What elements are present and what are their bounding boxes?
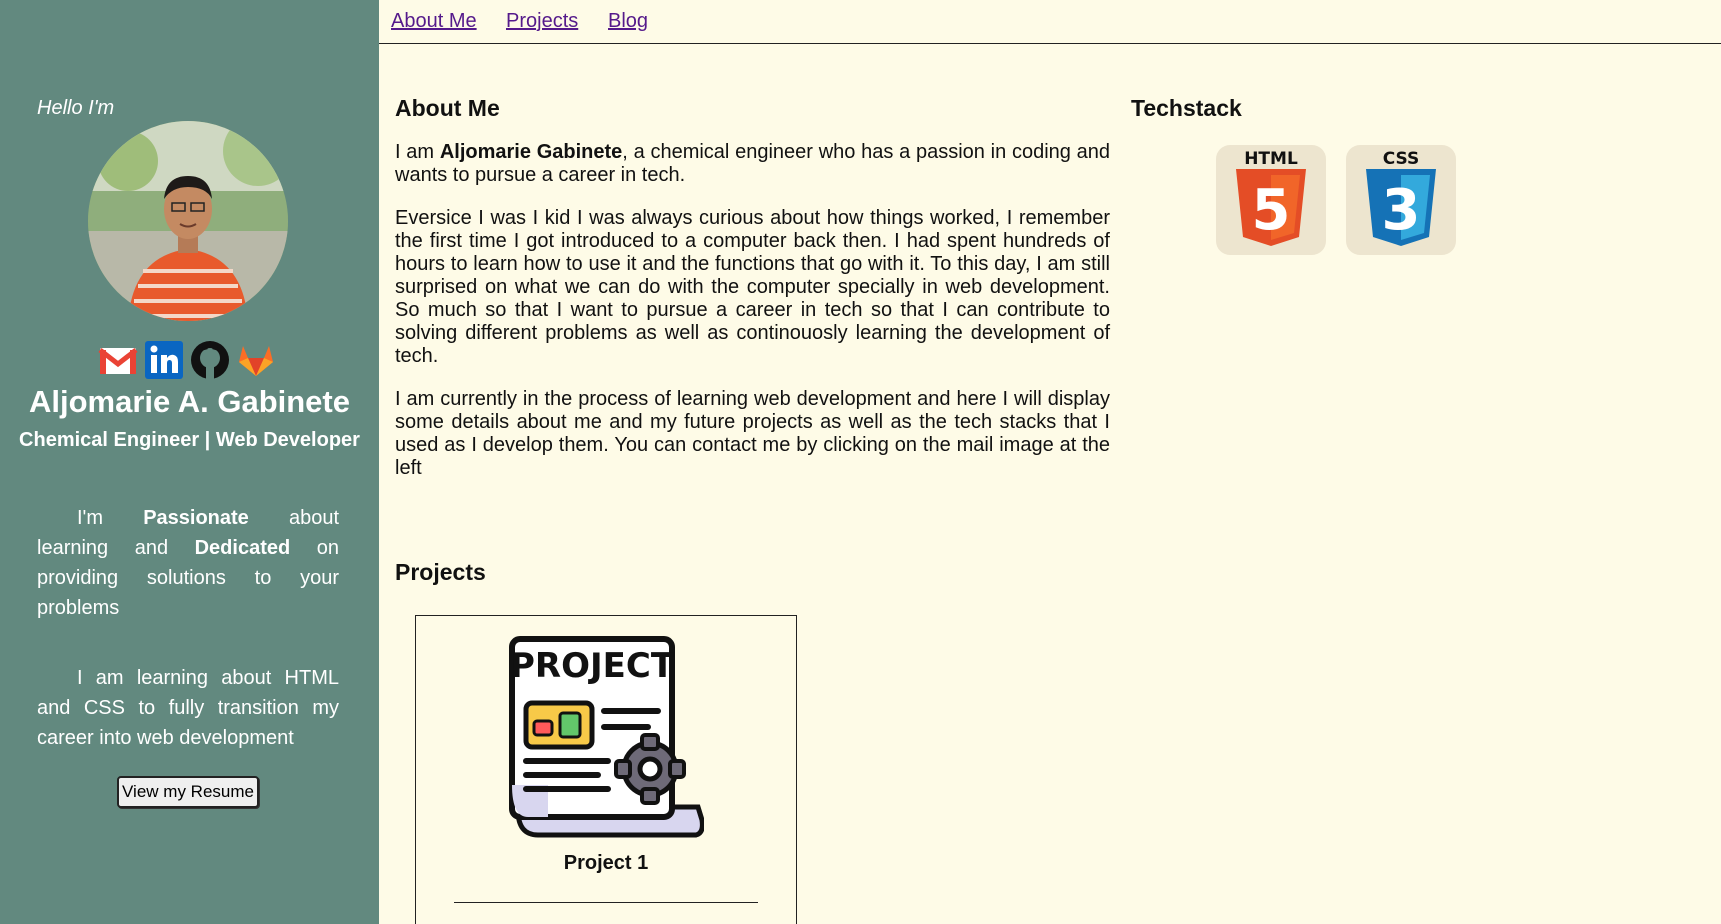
about-paragraph-3: I am currently in the process of learnin…	[395, 388, 1110, 479]
greeting: Hello I'm	[37, 97, 115, 119]
gmail-icon[interactable]	[98, 340, 138, 380]
project-title: Project 1	[563, 852, 649, 874]
gitlab-icon[interactable]	[236, 340, 276, 380]
linkedin-icon[interactable]	[144, 340, 184, 380]
techstack-heading: Techstack	[1131, 95, 1242, 121]
svg-text:PROJECT: PROJECT	[510, 646, 675, 686]
nav-link-projects[interactable]: Projects	[506, 10, 578, 33]
about-paragraph-1: I am Aljomarie Gabinete, a chemical engi…	[395, 141, 1111, 186]
profile-role: Chemical Engineer | Web Developer	[19, 429, 360, 451]
nav-link-blog[interactable]: Blog	[608, 10, 648, 33]
view-resume-button[interactable]: View my Resume	[117, 776, 259, 808]
svg-text:HTML: HTML	[1244, 149, 1298, 169]
about-paragraph-2: Eversice I was I kid I was always curiou…	[395, 207, 1110, 367]
top-nav: About Me Projects Blog	[379, 0, 1721, 44]
html5-tile: HTML 5	[1216, 145, 1326, 255]
github-icon[interactable]	[190, 340, 230, 380]
css3-icon: CSS 3	[1366, 149, 1436, 246]
nav-link-about[interactable]: About Me	[391, 10, 477, 33]
about-text: I am Aljomarie Gabinete, a chemical engi…	[395, 141, 1110, 500]
intro-paragraph: I'm Passionate about learning and Dedica…	[37, 507, 339, 619]
project-card[interactable]: PROJECT Project 1	[415, 615, 797, 924]
card-divider	[454, 902, 758, 903]
projects-heading: Projects	[395, 559, 486, 585]
svg-text:3: 3	[1382, 178, 1421, 243]
about-heading: About Me	[395, 95, 500, 121]
project-document-icon: PROJECT	[509, 636, 704, 838]
social-links	[98, 340, 276, 380]
profile-name: Aljomarie A. Gabinete	[29, 384, 350, 419]
profile-sidebar: Hello I'm Aljomarie A. Gabinete Chemical…	[0, 0, 379, 924]
svg-text:CSS: CSS	[1383, 149, 1420, 169]
avatar	[88, 121, 288, 321]
css3-tile: CSS 3	[1346, 145, 1456, 255]
learning-paragraph: I am learning about HTML and CSS to full…	[37, 667, 339, 749]
html5-icon: HTML 5	[1236, 149, 1306, 246]
svg-text:5: 5	[1252, 178, 1291, 243]
